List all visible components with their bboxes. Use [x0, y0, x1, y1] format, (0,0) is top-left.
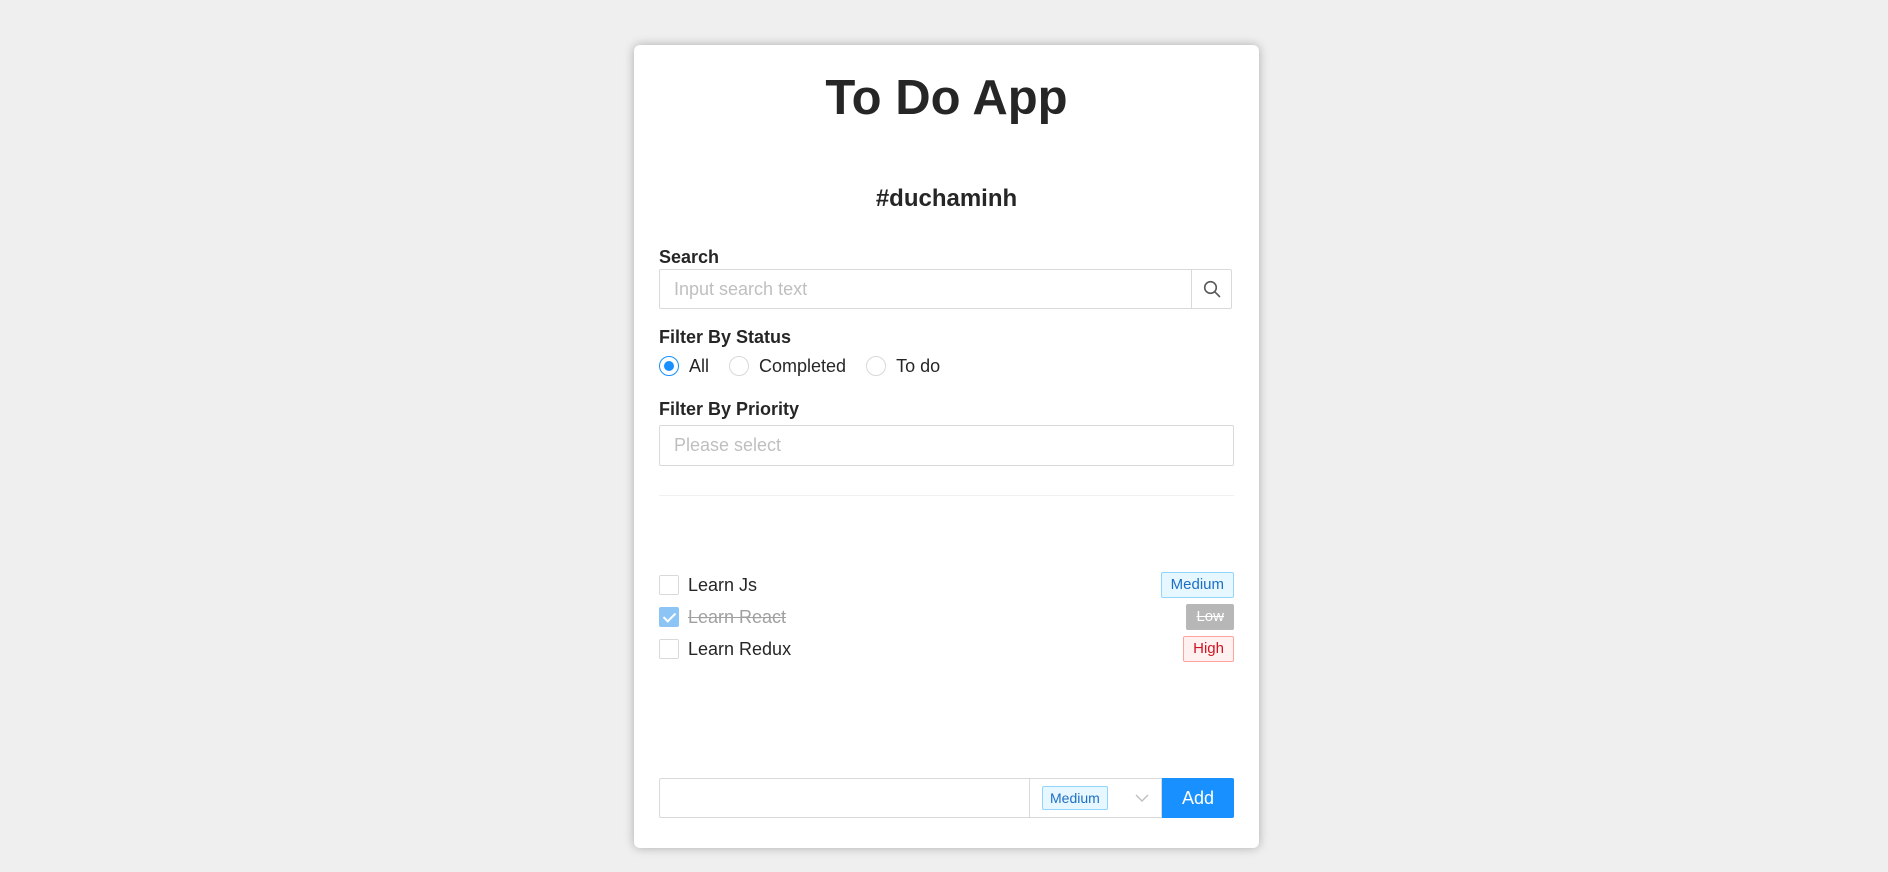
priority-filter-select[interactable]: Please select [659, 425, 1234, 466]
search-label: Search [659, 247, 720, 267]
radio-todo-label: To do [896, 355, 941, 376]
radio-completed[interactable]: Completed [729, 356, 846, 377]
radio-all-label: All [689, 355, 710, 376]
radio-all[interactable]: All [659, 356, 709, 377]
priority-tag: Medium [1160, 572, 1234, 598]
todo-checkbox[interactable] [659, 607, 679, 627]
priority-filter-placeholder: Please select [674, 435, 782, 455]
todo-item-name: Learn React [688, 606, 787, 627]
add-button[interactable]: Add [1162, 778, 1234, 818]
app-subtitle: #duchaminh [875, 185, 1018, 212]
radio-todo-circle[interactable] [866, 356, 887, 376]
todo-item-toggle[interactable]: Learn Js [659, 575, 757, 596]
priority-tag: Low [1186, 604, 1234, 630]
radio-completed-label: Completed [759, 355, 847, 376]
todo-item: Learn React Low [659, 603, 1234, 631]
add-todo-form: Medium Add [659, 778, 1234, 818]
todo-item-name: Learn Redux [688, 638, 792, 659]
search-box [659, 269, 1232, 309]
todo-checkbox[interactable] [659, 639, 679, 659]
radio-completed-circle[interactable] [729, 356, 750, 376]
todo-item-toggle[interactable]: Learn Redux [659, 639, 791, 660]
todo-item: Learn Redux High [659, 635, 1234, 663]
new-todo-input[interactable] [659, 778, 1029, 818]
search-button[interactable] [1191, 270, 1231, 308]
app-title: To Do App [825, 71, 1068, 125]
divider [659, 495, 1234, 496]
status-filter-label: Filter By Status [659, 327, 792, 347]
todo-item-name: Learn Js [688, 574, 758, 595]
search-input[interactable] [660, 270, 1191, 308]
search-icon [1203, 280, 1220, 298]
chevron-down-icon [1135, 794, 1149, 802]
radio-all-circle[interactable] [659, 356, 679, 376]
todo-checkbox[interactable] [659, 575, 679, 595]
status-radio-group: All Completed To do [659, 354, 960, 378]
todo-item-toggle[interactable]: Learn React [659, 607, 786, 628]
priority-filter-label: Filter By Priority [659, 399, 800, 419]
priority-tag: High [1183, 636, 1234, 662]
todo-item: Learn Js Medium [659, 571, 1234, 599]
selected-priority-tag: Medium [1042, 786, 1108, 810]
new-todo-priority-select[interactable]: Medium [1029, 778, 1162, 818]
todo-app-card: To Do App #duchaminh Search Filter By St… [634, 45, 1259, 848]
radio-todo[interactable]: To do [866, 356, 940, 377]
